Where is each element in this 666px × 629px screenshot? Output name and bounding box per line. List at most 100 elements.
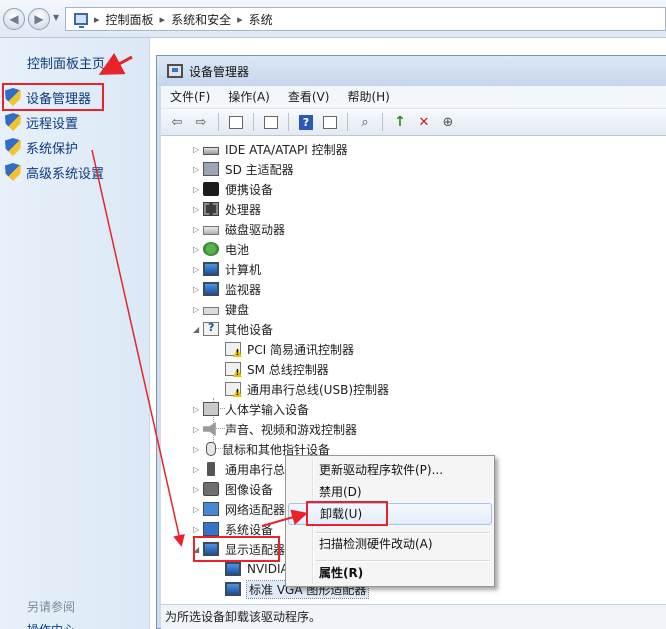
scan-hardware-icon[interactable]: ⌕ — [355, 112, 375, 132]
expand-icon[interactable]: ▷ — [193, 245, 201, 254]
expand-icon[interactable]: ▷ — [193, 425, 201, 434]
expand-icon[interactable]: ▷ — [193, 485, 201, 494]
annotation-box-uninstall — [306, 501, 388, 526]
menu-help[interactable]: 帮助(H) — [338, 86, 398, 108]
tree-node-sd[interactable]: ▷ SD 主适配器 — [193, 159, 294, 179]
menu-disable[interactable]: 禁用(D) — [288, 481, 492, 503]
tree-label: 处理器 — [225, 202, 262, 217]
tree-node-processor[interactable]: ▷ 处理器 — [193, 199, 261, 219]
hid-icon — [203, 402, 219, 416]
expand-icon[interactable]: ▷ — [193, 305, 201, 314]
expand-icon[interactable]: ▷ — [193, 225, 201, 234]
recent-pages-dropdown[interactable]: ▼ — [53, 13, 59, 22]
tree-label: 监视器 — [225, 282, 262, 297]
forward-arrow-icon[interactable]: ⇨ — [191, 112, 211, 132]
expand-icon[interactable]: ▷ — [193, 265, 201, 274]
menu-action[interactable]: 操作(A) — [219, 86, 279, 108]
status-bar: 为所选设备卸载该驱动程序。 — [161, 604, 666, 629]
tree-node-network[interactable]: ▷ 网络适配器 — [193, 499, 285, 519]
tree-node-hid[interactable]: ▷ 人体学输入设备 — [193, 399, 309, 419]
expand-icon[interactable]: ▷ — [193, 185, 201, 194]
menu-file[interactable]: 文件(F) — [161, 86, 219, 108]
chevron-right-icon: ▸ — [237, 12, 243, 26]
ide-controller-icon — [203, 146, 219, 155]
expand-icon[interactable]: ▷ — [193, 505, 201, 514]
tree-node-battery[interactable]: ▷ 电池 — [193, 239, 249, 259]
tree-node-usb-controller[interactable]: 通用串行总线(USB)控制器 — [225, 379, 389, 399]
expand-icon[interactable]: ▷ — [193, 285, 201, 294]
unknown-device-icon — [203, 321, 219, 336]
sd-host-icon — [203, 162, 219, 176]
tree-node-other-devices[interactable]: ◢ 其他设备 — [193, 319, 273, 339]
tree-node-ide[interactable]: ▷ IDE ATA/ATAPI 控制器 — [193, 139, 348, 159]
advanced-system-settings-link[interactable]: 高级系统设置 — [5, 161, 104, 183]
menu-update-driver[interactable]: 更新驱动程序软件(P)... — [288, 459, 492, 481]
device-manager-titlebar[interactable]: 设备管理器 — [157, 56, 666, 86]
tree-node-monitor[interactable]: ▷ 监视器 — [193, 279, 261, 299]
see-also-heading: 另请参阅 — [27, 600, 76, 614]
forward-button[interactable]: ▶ — [28, 8, 50, 30]
usb-plug-icon — [207, 462, 215, 476]
annotation-box-device-manager — [2, 83, 104, 111]
tree-node-nvidia[interactable]: NVIDIA — [225, 559, 289, 579]
tree-label: 便携设备 — [225, 182, 274, 197]
address-bar[interactable]: ▸ 控制面板 ▸ 系统和安全 ▸ 系统 — [65, 7, 666, 31]
expand-icon[interactable]: ▷ — [193, 165, 201, 174]
update-driver-icon[interactable]: ↑ — [390, 112, 410, 132]
tree-node-portable[interactable]: ▷ 便携设备 — [193, 179, 273, 199]
computer-icon — [203, 262, 219, 276]
tree-label: 电池 — [225, 242, 250, 257]
tree-node-keyboard[interactable]: ▷ 键盘 — [193, 299, 249, 319]
control-panel-icon — [74, 13, 88, 28]
tree-node-sm-bus[interactable]: SM 总线控制器 — [225, 359, 329, 379]
expand-icon[interactable]: ▷ — [193, 525, 201, 534]
menu-view[interactable]: 查看(V) — [279, 86, 339, 108]
disk-drive-icon — [203, 226, 219, 235]
tree-node-computer[interactable]: ▷ 计算机 — [193, 259, 261, 279]
system-device-icon — [203, 522, 219, 536]
expand-icon[interactable]: ▷ — [193, 405, 201, 414]
system-protection-link[interactable]: 系统保护 — [5, 136, 78, 158]
control-panel-home-link[interactable]: 控制面板主页 — [27, 53, 105, 72]
tree-node-imaging[interactable]: ▷ 图像设备 — [193, 479, 273, 499]
expand-icon[interactable]: ▷ — [193, 205, 201, 214]
action-center-link[interactable]: 操作中心 — [27, 621, 75, 629]
network-adapter-icon — [203, 502, 219, 516]
tree-label: 声音、视频和游戏控制器 — [225, 422, 358, 437]
tree-label: PCI 简易通讯控制器 — [247, 342, 354, 357]
tree-label: SD 主适配器 — [225, 162, 294, 177]
menu-scan-hardware[interactable]: 扫描检测硬件改动(A) — [288, 533, 492, 555]
help-icon[interactable]: ? — [296, 112, 316, 132]
expand-icon[interactable]: ▷ — [193, 465, 201, 474]
speaker-icon — [203, 422, 216, 436]
tree-node-sound[interactable]: ▷ 声音、视频和游戏控制器 — [193, 419, 357, 439]
tree-node-pci-controller[interactable]: PCI 简易通讯控制器 — [225, 339, 354, 359]
expand-icon[interactable]: ▷ — [193, 445, 201, 454]
expand-icon[interactable]: ▷ — [193, 145, 201, 154]
back-arrow-icon[interactable]: ⇦ — [167, 112, 187, 132]
tree-label: 计算机 — [225, 262, 262, 277]
enable-device-icon[interactable]: ⊕ — [438, 112, 458, 132]
remote-settings-link[interactable]: 远程设置 — [5, 111, 78, 133]
breadcrumb-system-security[interactable]: 系统和安全 — [171, 11, 231, 28]
breadcrumb-control-panel[interactable]: 控制面板 — [106, 11, 154, 28]
view-icon[interactable] — [320, 112, 340, 132]
breadcrumb-system[interactable]: 系统 — [249, 11, 273, 28]
tree-node-disk[interactable]: ▷ 磁盘驱动器 — [193, 219, 285, 239]
keyboard-icon — [203, 307, 219, 315]
uninstall-icon[interactable]: ✕ — [414, 112, 434, 132]
show-hide-tree-icon[interactable] — [226, 112, 246, 132]
display-adapter-icon — [225, 562, 241, 576]
menu-properties[interactable]: 属性(R) — [288, 562, 492, 584]
properties-icon[interactable] — [261, 112, 281, 132]
task-pane: 控制面板主页 设备管理器 远程设置 系统保护 高级系统设置 另请参阅 操作中心 — [0, 38, 150, 629]
toolbar-separator — [218, 113, 219, 131]
back-button[interactable]: ◀ — [3, 8, 25, 30]
battery-icon — [203, 242, 219, 256]
tree-label: NVIDIA — [247, 562, 289, 576]
tree-label: 键盘 — [225, 302, 250, 317]
toolbar: ⇦ ⇨ ? ⌕ ↑ ✕ ⊕ — [161, 108, 666, 136]
display-adapter-icon — [225, 582, 241, 596]
tree-node-usb[interactable]: ▷ 通用串行总 — [193, 459, 285, 479]
collapse-icon[interactable]: ◢ — [193, 325, 201, 334]
